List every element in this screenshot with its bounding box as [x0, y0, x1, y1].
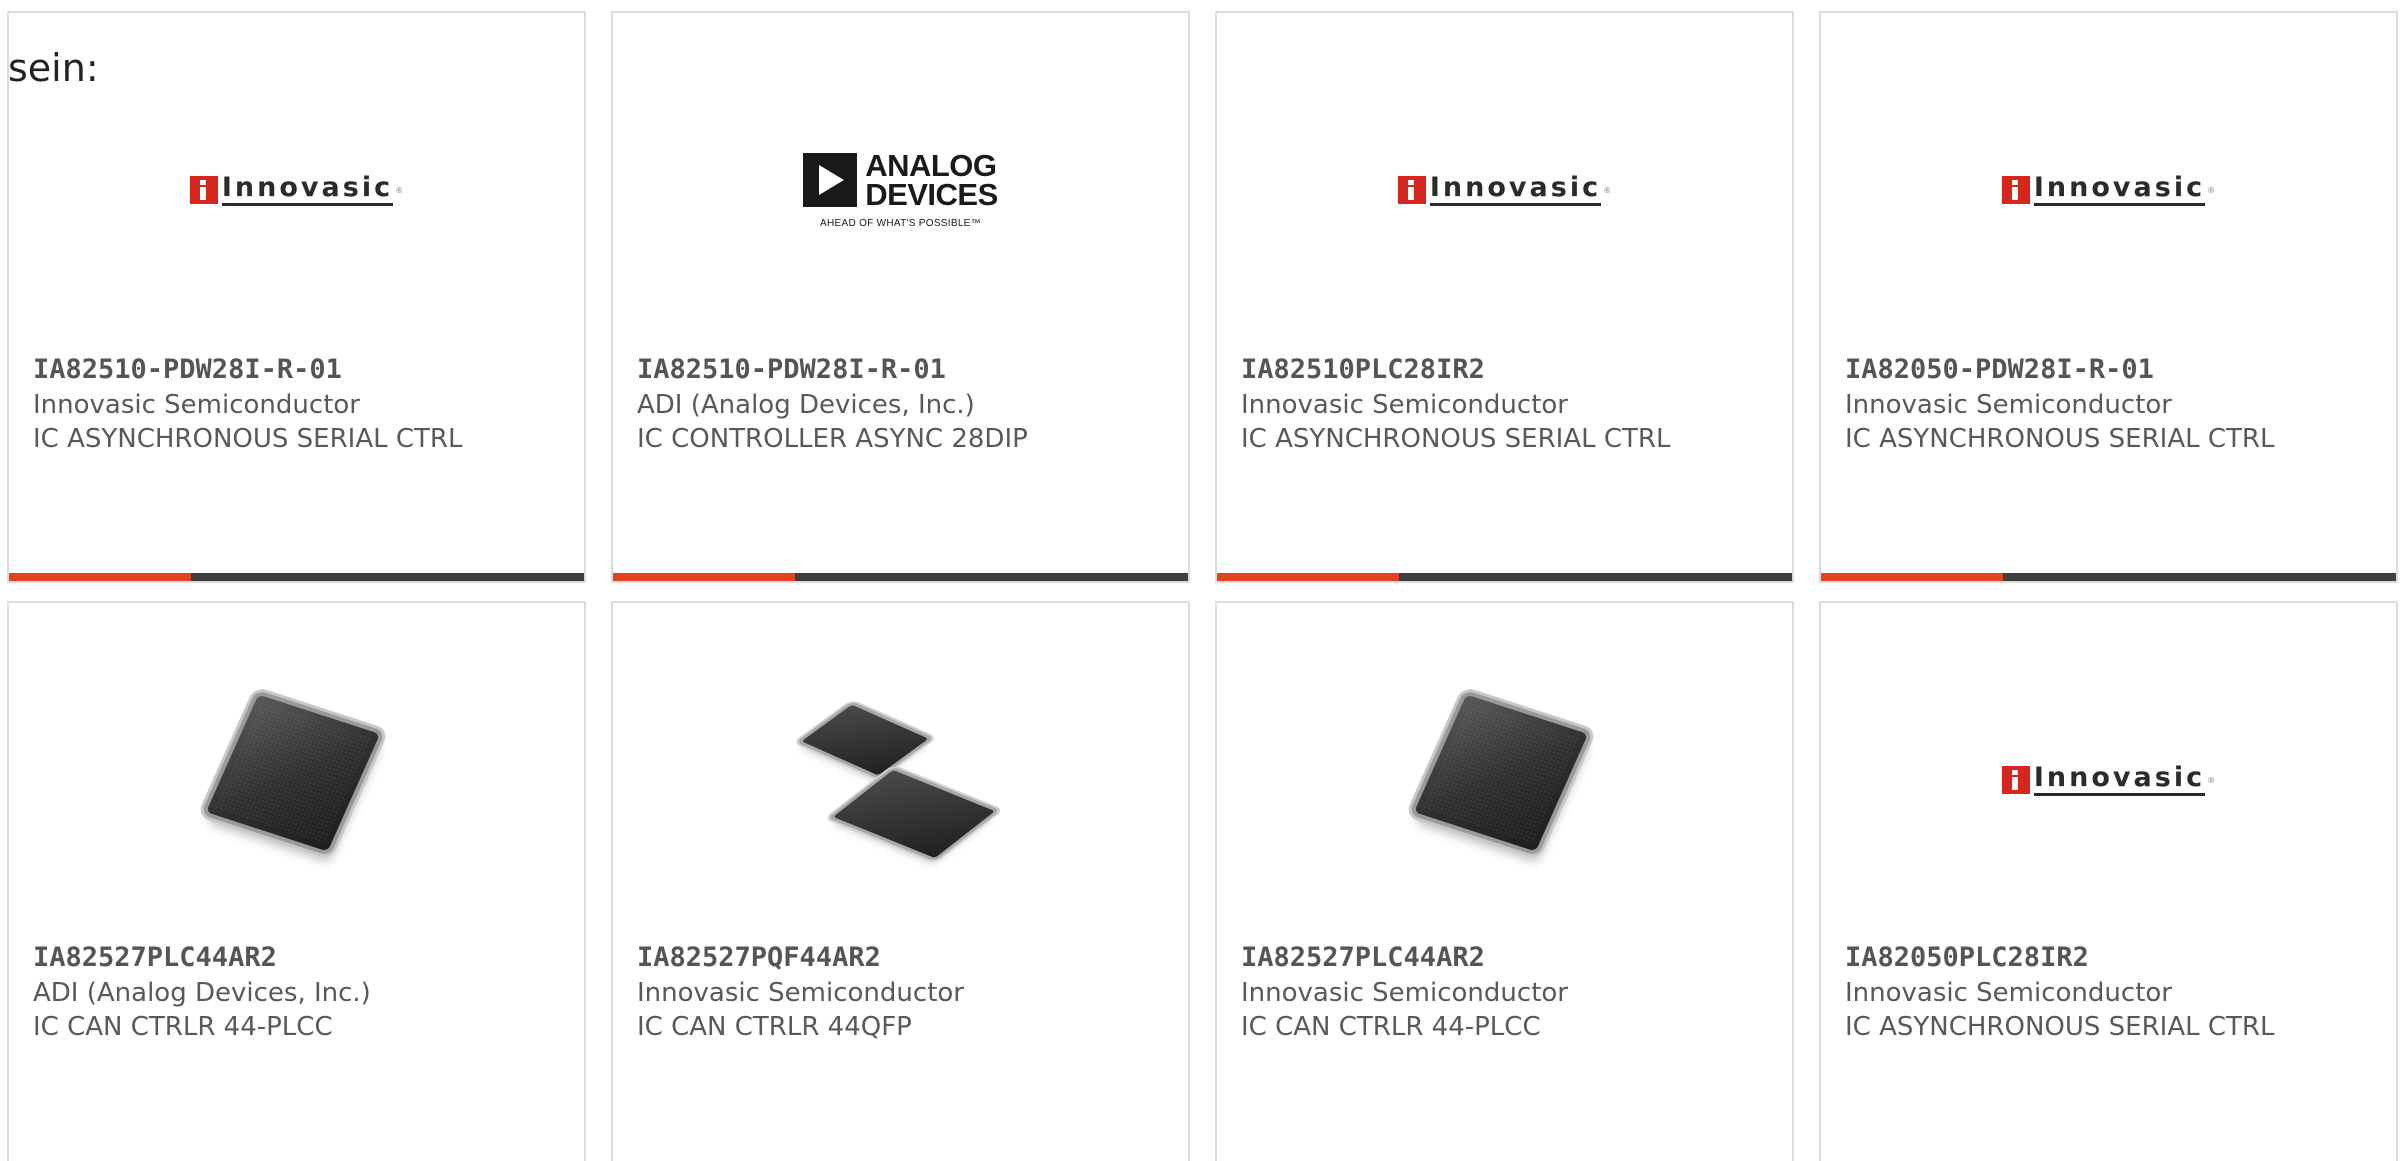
card-accent: [1821, 573, 2003, 581]
product-image[interactable]: Innovasic ®: [9, 73, 584, 313]
innovasic-mark-icon: [2001, 766, 2030, 794]
part-number[interactable]: IA82510-PDW28I-R-01: [33, 352, 568, 388]
logo-tagline: AHEAD OF WHAT'S POSSIBLE™: [820, 218, 981, 229]
logo-wordmark: Innovasic: [2033, 174, 2206, 206]
product-info: IA82527PLC44AR2 Innovasic Semiconductor …: [1241, 940, 1776, 1044]
manufacturer: Innovasic Semiconductor: [1241, 978, 1568, 1008]
description: IC CAN CTRLR 44-PLCC: [33, 1012, 333, 1042]
plcc-chip-icon: [197, 683, 397, 883]
product-image[interactable]: [613, 663, 1188, 903]
card-bottom-bar: [1217, 573, 1792, 581]
manufacturer: ADI (Analog Devices, Inc.): [637, 390, 975, 420]
product-grid: Innovasic ® IA82510-PDW28I-R-01 Innovasi…: [0, 0, 2400, 1161]
product-image[interactable]: Innovasic ®: [1821, 663, 2396, 903]
card-bottom-bar: [613, 573, 1188, 581]
logo-wordmark: Innovasic: [221, 174, 394, 206]
part-number[interactable]: IA82527PLC44AR2: [1241, 940, 1776, 976]
analog-devices-logo: ANALOG DEVICES AHEAD OF WHAT'S POSSIBLE™: [803, 148, 998, 229]
manufacturer: Innovasic Semiconductor: [1845, 390, 2172, 420]
part-number[interactable]: IA82050PLC28IR2: [1845, 940, 2380, 976]
part-number[interactable]: IA82050-PDW28I-R-01: [1845, 352, 2380, 388]
card-accent: [613, 573, 795, 581]
manufacturer: ADI (Analog Devices, Inc.): [33, 978, 371, 1008]
card-bottom-bar: [9, 573, 584, 581]
innovasic-mark-icon: [189, 176, 218, 204]
description: IC ASYNCHRONOUS SERIAL CTRL: [1241, 424, 1671, 454]
manufacturer: Innovasic Semiconductor: [33, 390, 360, 420]
manufacturer: Innovasic Semiconductor: [1241, 390, 1568, 420]
card-accent: [1217, 573, 1399, 581]
product-info: IA82527PLC44AR2 ADI (Analog Devices, Inc…: [33, 940, 568, 1044]
innovasic-mark-icon: [1397, 176, 1426, 204]
part-number[interactable]: IA82527PQF44AR2: [637, 940, 1172, 976]
product-card[interactable]: IA82527PLC44AR2 ADI (Analog Devices, Inc…: [7, 601, 586, 1161]
part-number[interactable]: IA82510PLC28IR2: [1241, 352, 1776, 388]
description: IC ASYNCHRONOUS SERIAL CTRL: [1845, 1012, 2275, 1042]
logo-wordmark: ANALOG DEVICES: [865, 148, 998, 212]
description: IC ASYNCHRONOUS SERIAL CTRL: [1845, 424, 2275, 454]
product-info: IA82527PQF44AR2 Innovasic Semiconductor …: [637, 940, 1172, 1044]
intro-text: sein:: [8, 46, 99, 90]
product-card[interactable]: Innovasic ® IA82050PLC28IR2 Innovasic Se…: [1819, 601, 2398, 1161]
description: IC CONTROLLER ASYNC 28DIP: [637, 424, 1028, 454]
product-info: IA82510PLC28IR2 Innovasic Semiconductor …: [1241, 352, 1776, 456]
qfp-chip-icon: [800, 683, 1001, 883]
innovasic-logo: Innovasic ®: [189, 174, 403, 206]
product-info: IA82050-PDW28I-R-01 Innovasic Semiconduc…: [1845, 352, 2380, 456]
product-image[interactable]: [9, 663, 584, 903]
product-card[interactable]: Innovasic ® IA82510PLC28IR2 Innovasic Se…: [1215, 11, 1794, 583]
product-image[interactable]: [1217, 663, 1792, 903]
card-accent: [9, 573, 191, 581]
product-info: IA82510-PDW28I-R-01 Innovasic Semiconduc…: [33, 352, 568, 456]
analog-devices-mark-icon: [803, 153, 858, 207]
description: IC CAN CTRLR 44QFP: [637, 1012, 912, 1042]
product-image[interactable]: Innovasic ®: [1821, 73, 2396, 313]
product-image[interactable]: ANALOG DEVICES AHEAD OF WHAT'S POSSIBLE™: [613, 73, 1188, 313]
product-card[interactable]: Innovasic ® IA82050-PDW28I-R-01 Innovasi…: [1819, 11, 2398, 583]
product-card[interactable]: Innovasic ® IA82510-PDW28I-R-01 Innovasi…: [7, 11, 586, 583]
description: IC ASYNCHRONOUS SERIAL CTRL: [33, 424, 463, 454]
manufacturer: Innovasic Semiconductor: [1845, 978, 2172, 1008]
plcc-chip-icon: [1405, 683, 1605, 883]
innovasic-logo: Innovasic ®: [2001, 764, 2215, 796]
description: IC CAN CTRLR 44-PLCC: [1241, 1012, 1541, 1042]
card-bottom-bar: [1821, 573, 2396, 581]
manufacturer: Innovasic Semiconductor: [637, 978, 964, 1008]
logo-wordmark: Innovasic: [2033, 764, 2206, 796]
logo-wordmark: Innovasic: [1429, 174, 1602, 206]
product-card[interactable]: IA82527PLC44AR2 Innovasic Semiconductor …: [1215, 601, 1794, 1161]
product-card[interactable]: ANALOG DEVICES AHEAD OF WHAT'S POSSIBLE™…: [611, 11, 1190, 583]
product-card[interactable]: IA82527PQF44AR2 Innovasic Semiconductor …: [611, 601, 1190, 1161]
part-number[interactable]: IA82527PLC44AR2: [33, 940, 568, 976]
innovasic-logo: Innovasic ®: [2001, 174, 2215, 206]
innovasic-mark-icon: [2001, 176, 2030, 204]
product-info: IA82510-PDW28I-R-01 ADI (Analog Devices,…: [637, 352, 1172, 456]
innovasic-logo: Innovasic ®: [1397, 174, 1611, 206]
product-info: IA82050PLC28IR2 Innovasic Semiconductor …: [1845, 940, 2380, 1044]
part-number[interactable]: IA82510-PDW28I-R-01: [637, 352, 1172, 388]
product-image[interactable]: Innovasic ®: [1217, 73, 1792, 313]
